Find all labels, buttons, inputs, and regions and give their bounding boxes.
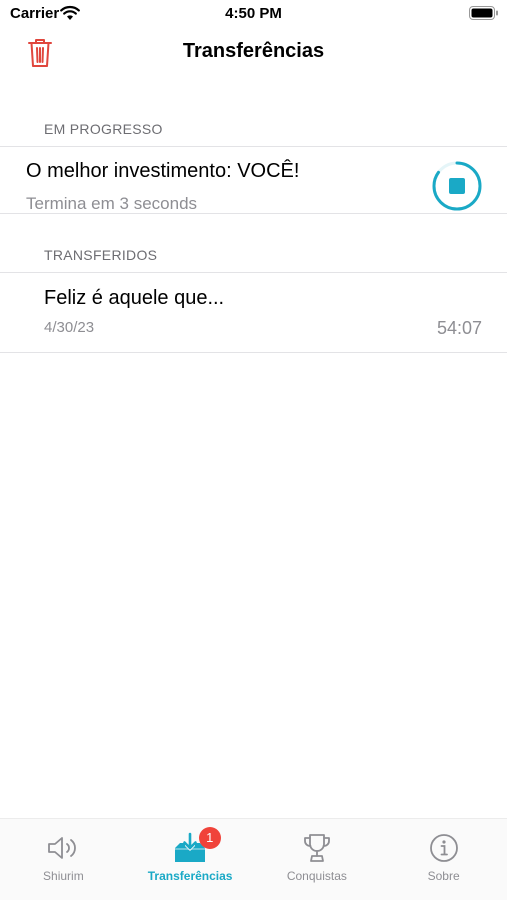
trophy-icon: [303, 834, 330, 862]
tab-label: Conquistas: [286, 869, 347, 883]
notification-badge: 1: [198, 827, 221, 849]
tab-shiurim[interactable]: Shiurim: [0, 819, 127, 900]
tab-transferencias[interactable]: 1 Transferências: [127, 819, 254, 900]
tab-bar: Shiurim 1 Transferências Conquistas Sobr…: [0, 818, 507, 900]
item-remaining-time: Termina em 3 seconds: [26, 194, 198, 213]
page-title: Transferências: [182, 40, 325, 62]
battery-icon: [469, 6, 498, 20]
navigation-bar: Transferências: [0, 28, 507, 78]
stop-progress-icon: [432, 161, 482, 211]
divider: [0, 352, 507, 353]
item-date: 4/30/23: [44, 319, 95, 336]
tab-conquistas[interactable]: Conquistas: [254, 819, 381, 900]
section-header-downloaded: TRANSFERIDOS: [44, 247, 158, 263]
status-bar: Carrier 4:50 PM: [0, 0, 507, 28]
section-header-in-progress: EM PROGRESSO: [44, 121, 163, 137]
divider: [0, 213, 507, 214]
item-duration: 54:07: [436, 318, 482, 338]
tab-label: Transferências: [147, 869, 233, 883]
tab-label: Shiurim: [43, 869, 84, 883]
item-title: Feliz é aquele que...: [44, 287, 225, 309]
speaker-icon: [48, 837, 77, 859]
divider: [0, 146, 507, 147]
tab-sobre[interactable]: Sobre: [380, 819, 507, 900]
item-title: O melhor investimento: VOCÊ!: [26, 160, 300, 182]
divider: [0, 272, 507, 273]
stop-download-button[interactable]: [431, 160, 483, 212]
tab-label: Sobre: [427, 869, 460, 883]
clock: 4:50 PM: [225, 5, 282, 22]
info-icon: [429, 834, 458, 862]
